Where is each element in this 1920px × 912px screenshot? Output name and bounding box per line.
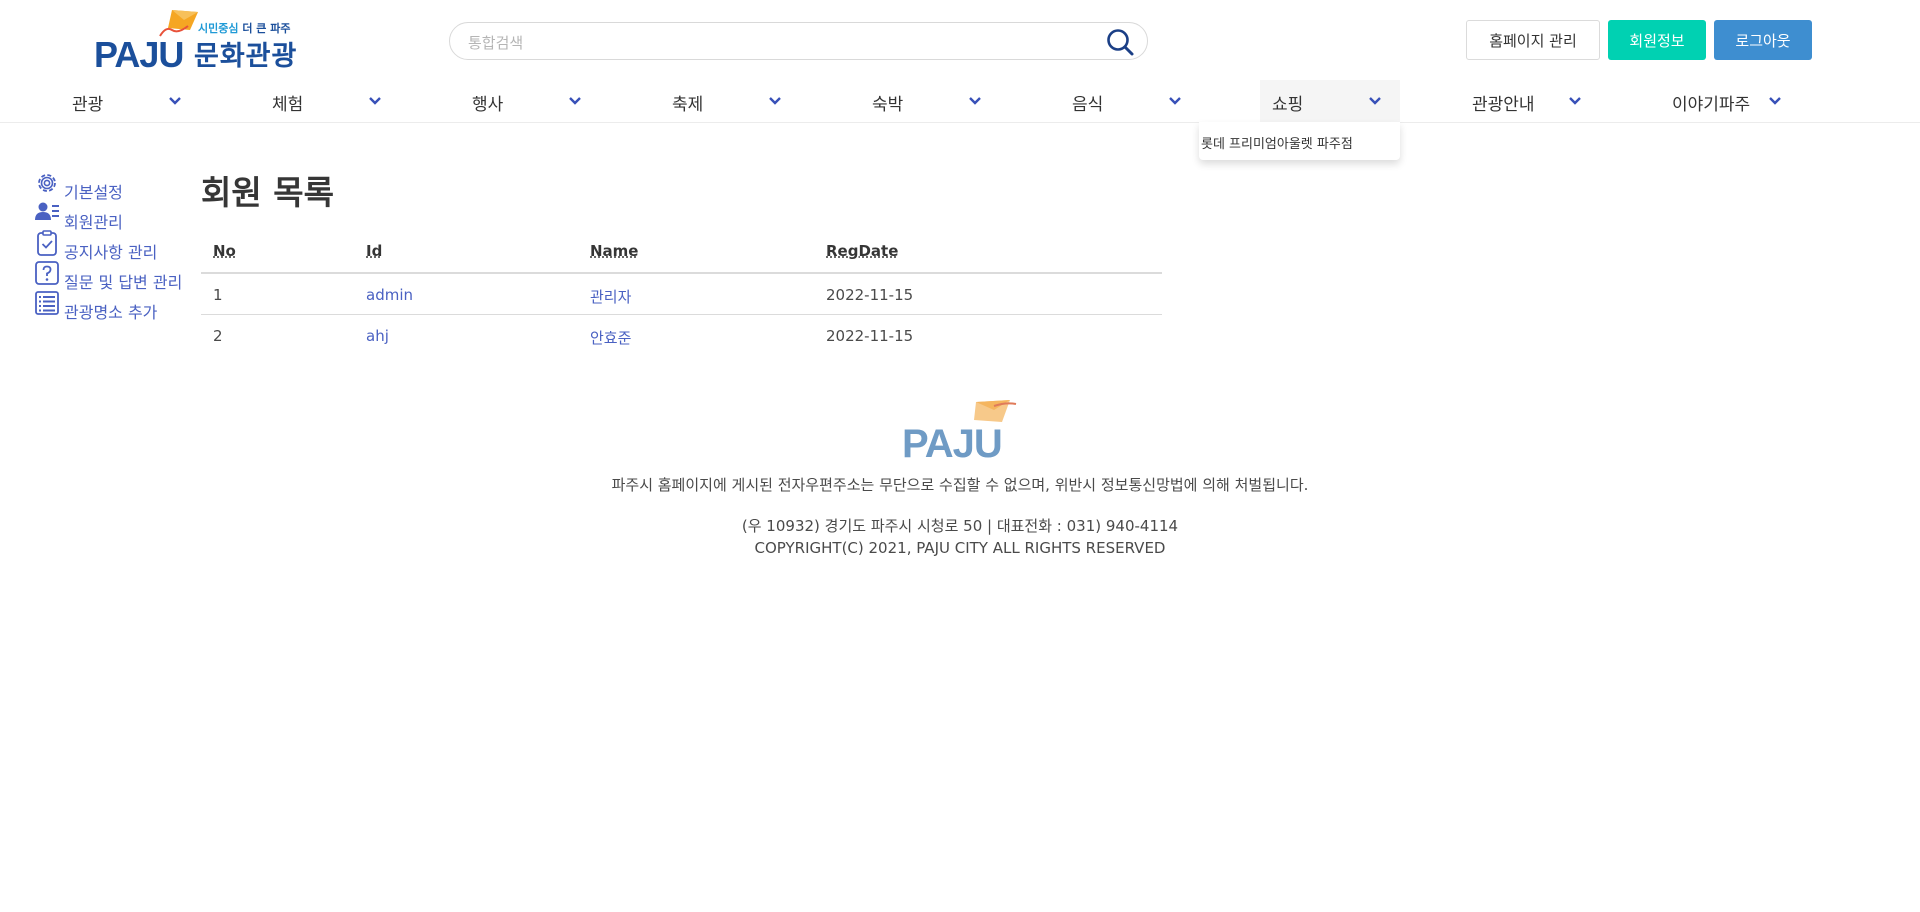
footer-logo: PAJU xyxy=(902,398,1022,466)
sidebar-item-basic-settings[interactable]: 기본설정 xyxy=(34,170,204,202)
sidebar-item-notice-management[interactable]: 공지사항 관리 xyxy=(34,230,204,262)
nav-item-tour-guide[interactable]: 관광안내 xyxy=(1440,80,1600,122)
admin-sidebar: 기본설정 회원관리 공지사항 관리 질문 및 답변 관리 관광명소 추가 xyxy=(34,170,204,322)
site-logo[interactable]: PAJU 시민중심 더 큰 파주 문화관광 xyxy=(94,8,300,75)
chevron-down-icon xyxy=(1769,97,1781,105)
nav-label: 축제 xyxy=(672,95,704,115)
nav-item-experience[interactable]: 체험 xyxy=(240,80,400,122)
question-box-icon xyxy=(35,261,59,285)
cell-id-link[interactable]: ahj xyxy=(366,327,389,345)
nav-label: 음식 xyxy=(1072,95,1104,115)
table-header: No Id Name RegDate xyxy=(201,238,1162,274)
page-title: 회원 목록 xyxy=(201,173,334,212)
column-header-id: Id xyxy=(366,242,383,260)
nav-item-tourism[interactable]: 관광 xyxy=(40,80,200,122)
gear-icon xyxy=(38,174,56,192)
list-doc-icon xyxy=(35,291,59,315)
footer-address: (우 10932) 경기도 파주시 시청로 50 | 대표전화 : 031) 9… xyxy=(741,517,1179,535)
chevron-down-icon xyxy=(1169,97,1181,105)
nav-item-events[interactable]: 행사 xyxy=(440,80,600,122)
nav-item-festivals[interactable]: 축제 xyxy=(640,80,800,122)
member-table: No Id Name RegDate 1 admin 관리자 2022-11-1… xyxy=(201,238,1162,355)
nav-label: 이야기파주 xyxy=(1672,95,1751,115)
sidebar-item-label: 관광명소 추가 xyxy=(64,303,158,322)
cell-regdate: 2022-11-15 xyxy=(826,286,914,304)
logout-button[interactable]: 로그아웃 xyxy=(1714,20,1812,60)
column-header-regdate: RegDate xyxy=(826,242,899,260)
cell-regdate: 2022-11-15 xyxy=(826,327,914,345)
logo-brand: PAJU xyxy=(94,34,184,75)
main-nav: 관광 체험 행사 축제 숙박 음식 쇼핑 관광안내 이야기파주 xyxy=(0,80,1920,123)
search-icon[interactable] xyxy=(1105,27,1135,57)
shopping-dropdown: 롯데 프리미엄아울렛 파주점 xyxy=(1199,122,1400,160)
member-info-button[interactable]: 회원정보 xyxy=(1608,20,1706,60)
nav-label: 쇼핑 xyxy=(1272,95,1304,115)
sidebar-item-qna-management[interactable]: 질문 및 답변 관리 xyxy=(34,260,204,292)
column-header-no: No xyxy=(213,242,236,260)
chevron-down-icon xyxy=(169,97,181,105)
nav-label: 행사 xyxy=(472,95,504,115)
homepage-admin-button[interactable]: 홈페이지 관리 xyxy=(1466,20,1600,60)
column-header-name: Name xyxy=(590,242,639,260)
cell-name-link[interactable]: 안효준 xyxy=(590,327,631,348)
nav-label: 체험 xyxy=(272,95,304,115)
table-row: 1 admin 관리자 2022-11-15 xyxy=(201,274,1162,315)
clipboard-check-icon xyxy=(37,230,57,256)
chevron-down-icon xyxy=(569,97,581,105)
search-input[interactable] xyxy=(466,31,1070,55)
logo-title: 문화관광 xyxy=(194,41,298,72)
nav-label: 숙박 xyxy=(872,95,904,115)
footer-brand: PAJU xyxy=(902,422,1003,466)
chevron-down-icon xyxy=(969,97,981,105)
table-row: 2 ahj 안효준 2022-11-15 xyxy=(201,315,1162,355)
cell-no: 1 xyxy=(213,286,223,304)
footer-notice: 파주시 홈페이지에 게시된 전자우편주소는 무단으로 수집할 수 없으며, 위반… xyxy=(611,476,1309,494)
chevron-down-icon xyxy=(1569,97,1581,105)
search-box xyxy=(449,22,1148,60)
chevron-down-icon xyxy=(769,97,781,105)
cell-no: 2 xyxy=(213,327,223,345)
sidebar-item-member-management[interactable]: 회원관리 xyxy=(34,200,204,232)
sidebar-item-add-attraction[interactable]: 관광명소 추가 xyxy=(34,290,204,322)
nav-item-food[interactable]: 음식 xyxy=(1040,80,1200,122)
nav-item-paju-stories[interactable]: 이야기파주 xyxy=(1640,80,1800,122)
nav-label: 관광 xyxy=(72,95,104,115)
footer-copyright: COPYRIGHT(C) 2021, PAJU CITY ALL RIGHTS … xyxy=(754,539,1166,557)
dropdown-item-lotte-outlet[interactable]: 롯데 프리미엄아울렛 파주점 xyxy=(1201,133,1353,152)
cell-id-link[interactable]: admin xyxy=(366,286,413,304)
chevron-down-icon xyxy=(369,97,381,105)
nav-label: 관광안내 xyxy=(1472,95,1535,115)
chevron-down-icon xyxy=(1369,97,1381,105)
nav-item-shopping[interactable]: 쇼핑 xyxy=(1260,80,1400,122)
cell-name-link[interactable]: 관리자 xyxy=(590,286,631,307)
nav-item-lodging[interactable]: 숙박 xyxy=(840,80,1000,122)
user-list-icon xyxy=(35,202,59,220)
